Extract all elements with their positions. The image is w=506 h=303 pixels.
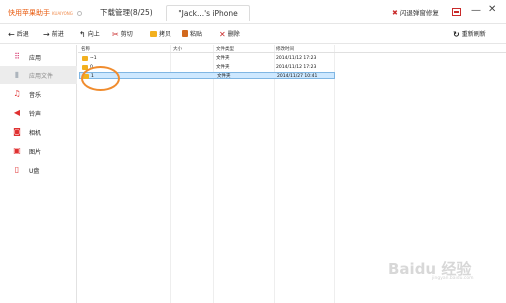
forward-button[interactable]: → 前进 <box>43 29 64 40</box>
file-modified: 2014/11/12 17:23 <box>276 65 317 70</box>
sidebar-item-usb[interactable]: ▯ U盘 <box>0 161 77 179</box>
paste-icon <box>182 30 188 37</box>
sidebar-item-music[interactable]: ♫ 音乐 <box>0 85 77 103</box>
column-header-modified[interactable]: 修改时间 <box>276 46 294 52</box>
refresh-button[interactable]: ↻ 重新刷新 <box>453 29 486 40</box>
table-row[interactable]: ~1 文件夹 2014/11/12 17:23 <box>78 55 506 62</box>
column-divider <box>274 45 275 303</box>
column-divider <box>213 45 214 303</box>
app-subtitle: KUAIYONG <box>52 11 73 16</box>
file-modified: 2014/11/12 17:23 <box>276 56 317 61</box>
title-bar: 快用苹果助手 KUAIYONG 下载管理(8/25) "Jack...'s iPh… <box>0 0 506 24</box>
column-headers: 名称 大小 文件类型 修改时间 <box>78 45 506 53</box>
close-button[interactable]: ✕ <box>488 4 496 15</box>
fix-crash-button[interactable]: ✖ 闪退弹窗修复 <box>392 7 439 17</box>
back-button[interactable]: ← 后退 <box>8 29 29 40</box>
arrow-up-icon: ↰ <box>79 30 86 39</box>
status-dot-icon <box>76 10 82 16</box>
refresh-icon: ↻ <box>453 30 460 39</box>
apps-grid-icon: ⠿ <box>14 52 20 61</box>
menu-icon[interactable] <box>452 8 461 16</box>
app-title: 快用苹果助手 KUAIYONG <box>8 8 82 18</box>
fix-crash-label: 闪退弹窗修复 <box>399 9 439 17</box>
camera-icon: ◙ <box>13 127 21 136</box>
folder-icon <box>82 56 88 61</box>
up-button[interactable]: ↰ 向上 <box>79 29 100 40</box>
wrench-icon: ✖ <box>392 9 398 17</box>
sidebar-item-label: 图片 <box>29 149 42 156</box>
sidebar-item-label: 音乐 <box>29 92 42 99</box>
scissors-icon: ✂ <box>112 30 119 39</box>
copy-button[interactable]: 拷贝 <box>150 29 171 40</box>
delete-x-icon: ✕ <box>219 30 226 39</box>
paste-button[interactable]: 粘贴 <box>182 29 202 40</box>
usb-drive-icon: ▯ <box>14 165 20 174</box>
sidebar-item-label: 相机 <box>29 130 42 137</box>
file-modified: 2014/11/27 10:41 <box>277 74 318 79</box>
picture-icon: ▣ <box>13 146 21 155</box>
annotation-circle <box>81 66 120 91</box>
column-divider <box>170 45 171 303</box>
sidebar-item-apps[interactable]: ⠿ 应用 <box>0 48 77 66</box>
file-type: 文件夹 <box>217 74 231 79</box>
column-header-type[interactable]: 文件类型 <box>216 46 234 52</box>
column-header-name[interactable]: 名称 <box>81 46 90 52</box>
file-type: 文件夹 <box>216 56 230 61</box>
watermark-url: jingyan.baidu.com <box>432 276 474 281</box>
arrow-right-icon: → <box>43 30 50 39</box>
music-note-icon: ♫ <box>13 89 21 98</box>
table-row[interactable]: 0 文件夹 2014/11/12 17:23 <box>78 64 506 71</box>
sidebar-item-pictures[interactable]: ▣ 图片 <box>0 142 77 160</box>
sidebar-item-label: 应用 <box>29 55 42 62</box>
sidebar-item-app-files[interactable]: ▮ 应用文件 <box>0 66 77 84</box>
tab-downloads[interactable]: 下载管理(8/25) <box>92 5 161 21</box>
arrow-left-icon: ← <box>8 30 15 39</box>
sidebar-item-label: 铃声 <box>29 111 42 118</box>
toolbar: ← 后退 → 前进 ↰ 向上 ✂ 剪切 拷贝 粘贴 ✕ 删除 ↻ 重新刷新 <box>0 24 506 44</box>
copy-icon <box>150 31 157 37</box>
minimize-button[interactable]: — <box>471 5 481 16</box>
file-type: 文件夹 <box>216 65 230 70</box>
sidebar-item-camera[interactable]: ◙ 相机 <box>0 123 77 141</box>
tab-device[interactable]: "Jack...'s iPhone <box>166 5 250 21</box>
column-header-size[interactable]: 大小 <box>173 46 182 52</box>
column-divider <box>334 45 335 303</box>
file-name: ~1 <box>90 56 97 61</box>
sidebar-item-label: 应用文件 <box>29 73 54 80</box>
document-icon: ▮ <box>14 70 20 79</box>
cut-button[interactable]: ✂ 剪切 <box>112 29 133 40</box>
app-name: 快用苹果助手 <box>8 9 50 17</box>
sidebar-item-label: U盘 <box>29 168 40 175</box>
speaker-icon: ◀ <box>13 108 21 117</box>
sidebar-item-ringtones[interactable]: ◀ 铃声 <box>0 104 77 122</box>
delete-button[interactable]: ✕ 删除 <box>219 29 240 40</box>
sidebar: ⠿ 应用 ▮ 应用文件 ♫ 音乐 ◀ 铃声 ◙ 相机 ▣ 图片 ▯ U盘 <box>0 45 77 303</box>
